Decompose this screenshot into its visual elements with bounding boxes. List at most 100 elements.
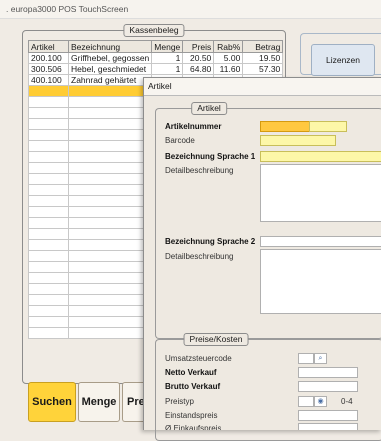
barcode-input[interactable] — [260, 135, 336, 146]
detail2-textarea[interactable] — [260, 249, 381, 314]
table-cell — [67, 272, 153, 284]
preistyp-range: 0-4 — [341, 397, 353, 406]
table-row[interactable]: 300.506 Hebel, geschmiedet 1 64.80 11.60 57.3… — [28, 63, 284, 75]
suchen-button[interactable]: Suchen — [28, 382, 76, 422]
table-cell — [67, 85, 153, 97]
bezeichnung2-label: Bezeichnung Sprache 2 — [165, 237, 256, 246]
table-cell — [28, 184, 69, 196]
einstand-label: Einstandspreis — [165, 411, 218, 420]
brutto-input[interactable] — [298, 381, 358, 392]
table-cell — [67, 129, 153, 141]
table-cell — [67, 305, 153, 317]
table-cell — [28, 173, 69, 185]
kassenbeleg-title: Kassenbeleg — [123, 24, 185, 37]
table-cell — [67, 217, 153, 229]
table-cell — [67, 184, 153, 196]
app-titlebar: . europa3000 POS TouchScreen — [0, 0, 381, 19]
bezeichnung1-input[interactable] — [260, 151, 381, 162]
table-cell — [67, 327, 153, 339]
ust-label: Umsatzsteuercode — [165, 354, 232, 363]
table-cell: 400.100 — [28, 74, 69, 86]
table-cell — [28, 206, 69, 218]
barcode-label: Barcode — [165, 136, 195, 145]
table-cell: 57.30 — [242, 63, 284, 75]
table-cell: 5.00 — [213, 52, 244, 64]
table-header-row: Artikel Bezeichnung Menge Preis Rab% Bet… — [28, 40, 284, 53]
table-cell — [67, 239, 153, 251]
table-cell — [67, 107, 153, 119]
col-header-betrag[interactable]: Betrag — [242, 40, 284, 53]
table-cell: 200.100 — [28, 52, 69, 64]
table-cell — [28, 250, 69, 262]
ust-input[interactable] — [298, 353, 314, 364]
table-row[interactable]: 200.100 Griffhebel, gegossen 1 20.50 5.00 19.… — [28, 52, 284, 64]
lizenzen-button[interactable]: Lizenzen — [311, 44, 375, 76]
table-cell — [28, 283, 69, 295]
artikelnummer-input-active[interactable] — [260, 121, 310, 132]
table-cell — [67, 250, 153, 262]
table-cell: 1 — [151, 63, 184, 75]
col-header-rabatt[interactable]: Rab% — [213, 40, 244, 53]
detail1-label: Detailbeschreibung — [165, 166, 234, 175]
table-cell — [67, 173, 153, 185]
netto-input[interactable] — [298, 367, 358, 378]
preistyp-input[interactable] — [298, 396, 314, 407]
table-cell — [28, 327, 69, 339]
table-cell — [28, 107, 69, 119]
table-cell — [67, 206, 153, 218]
einkauf-label: Ø Einkaufspreis — [165, 424, 222, 430]
table-cell — [67, 96, 153, 108]
einstand-input[interactable] — [298, 410, 358, 421]
table-cell — [67, 294, 153, 306]
artikelnummer-input[interactable] — [309, 121, 347, 132]
table-cell — [67, 261, 153, 273]
col-header-artikel[interactable]: Artikel — [28, 40, 69, 53]
table-cell — [67, 316, 153, 328]
app-title: . europa3000 POS TouchScreen — [6, 4, 129, 14]
table-cell — [28, 162, 69, 174]
table-cell — [67, 283, 153, 295]
table-cell — [28, 140, 69, 152]
table-cell: Zahnrad gehärtet — [67, 74, 153, 86]
netto-label: Netto Verkauf — [165, 368, 217, 377]
table-cell — [28, 151, 69, 163]
table-cell — [67, 118, 153, 130]
table-cell: Griffhebel, gegossen — [67, 52, 153, 64]
table-cell: 300.506 — [28, 63, 69, 75]
preistyp-label: Preistyp — [165, 397, 194, 406]
artikelnummer-label: Artikelnummer — [165, 122, 222, 131]
table-cell: 1 — [151, 52, 184, 64]
table-cell: 11.60 — [213, 63, 244, 75]
col-header-preis[interactable]: Preis — [182, 40, 215, 53]
table-cell — [28, 261, 69, 273]
menge-button[interactable]: Menge — [78, 382, 120, 422]
artikel-dialog: Artikel Artikel Artikelnummer Barcode Be… — [143, 77, 381, 441]
bezeichnung1-label: Bezeichnung Sprache 1 — [165, 152, 256, 161]
table-cell — [28, 129, 69, 141]
detail1-textarea[interactable] — [260, 164, 381, 222]
brutto-label: Brutto Verkauf — [165, 382, 221, 391]
col-header-bezeichnung[interactable]: Bezeichnung — [67, 40, 153, 53]
table-cell — [28, 118, 69, 130]
table-cell: 20.50 — [182, 52, 215, 64]
table-cell: 64.80 — [182, 63, 215, 75]
table-cell — [28, 305, 69, 317]
table-cell — [28, 294, 69, 306]
detail2-label: Detailbeschreibung — [165, 252, 234, 261]
table-cell — [67, 151, 153, 163]
lizenz-panel: Lizenzen — [300, 33, 381, 76]
preise-section-title: Preise/Kosten — [183, 333, 249, 346]
col-header-menge[interactable]: Menge — [151, 40, 184, 53]
table-cell — [28, 239, 69, 251]
magnifier-icon[interactable]: ⌕ — [314, 353, 327, 364]
table-cell — [28, 272, 69, 284]
artikel-section-title: Artikel — [191, 102, 227, 115]
table-cell — [28, 195, 69, 207]
artikel-dialog-title: Artikel — [148, 81, 172, 91]
table-cell — [67, 195, 153, 207]
table-cell — [28, 316, 69, 328]
table-cell — [28, 96, 69, 108]
bezeichnung2-input[interactable] — [260, 236, 381, 247]
table-cell: 19.50 — [242, 52, 284, 64]
spinner-icon[interactable]: ◉ — [314, 396, 327, 407]
